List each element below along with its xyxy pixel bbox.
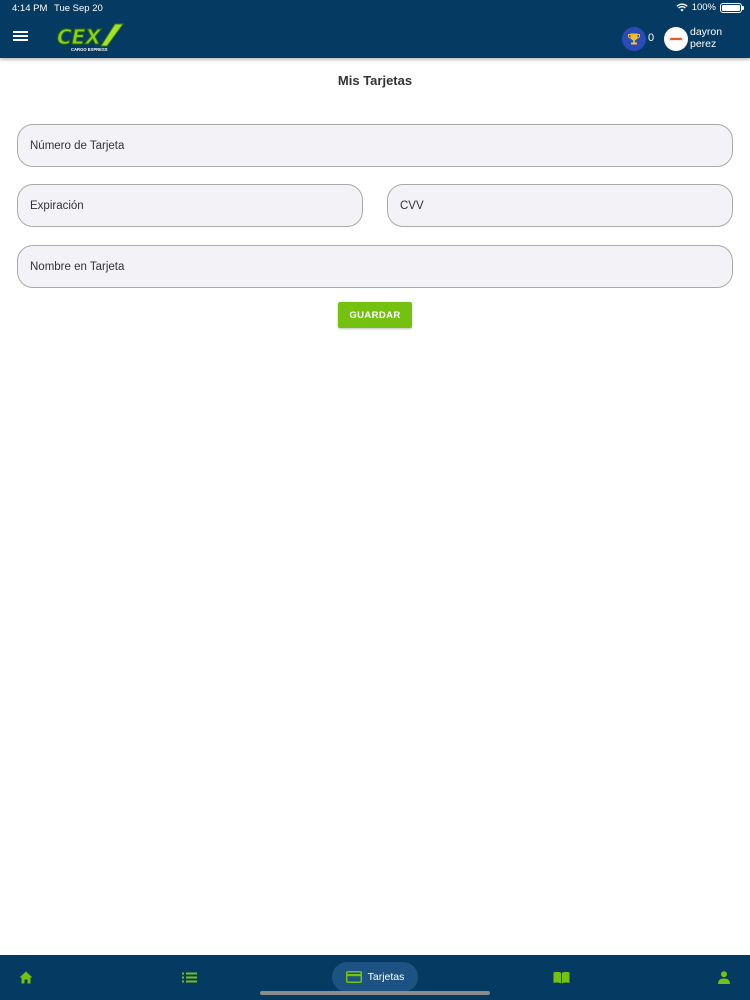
card-number-field[interactable] <box>17 124 733 167</box>
card-name-input[interactable] <box>18 246 732 287</box>
user-first-name: dayron <box>690 26 723 38</box>
app-root: 4:14 PM Tue Sep 20 100% CEX CARGO EXPRES… <box>0 0 750 1000</box>
battery-icon <box>720 2 744 13</box>
cex-logo[interactable]: CEX CARGO EXPRESS <box>55 22 125 54</box>
cvv-input[interactable] <box>388 185 732 226</box>
card-name-field[interactable] <box>17 245 733 288</box>
battery-percent: 100% <box>691 2 716 13</box>
cvv-field[interactable] <box>387 184 733 227</box>
nav-profile[interactable] <box>708 955 740 1000</box>
book-icon <box>553 971 569 984</box>
nav-home[interactable] <box>10 955 42 1000</box>
list-icon <box>181 972 197 983</box>
nav-list[interactable] <box>173 955 205 1000</box>
card-number-input[interactable] <box>18 125 732 166</box>
status-indicators: 100% <box>676 2 744 13</box>
user-last-name: perez <box>690 38 717 50</box>
credit-card-icon <box>345 971 362 983</box>
points-count: 0 <box>648 32 655 44</box>
status-time: 4:14 PM <box>12 3 48 14</box>
wifi-icon <box>676 3 688 12</box>
person-icon <box>718 971 730 984</box>
page-title: Mis Tarjetas <box>337 73 413 88</box>
status-date: Tue Sep 20 <box>54 3 103 14</box>
hamburger-menu-icon[interactable] <box>12 30 30 44</box>
nav-cards-label: Tarjetas <box>367 971 405 983</box>
logo-subtitle: CARGO EXPRESS <box>71 47 108 52</box>
expiration-field[interactable] <box>17 184 363 227</box>
avatar-logo-image <box>668 37 684 41</box>
trophy-glyph <box>627 33 641 45</box>
trophy-icon[interactable] <box>622 27 646 51</box>
save-button[interactable]: GUARDAR <box>338 302 412 328</box>
home-indicator <box>260 991 490 995</box>
nav-cards-active[interactable]: Tarjetas <box>332 962 418 992</box>
nav-guide[interactable] <box>545 955 577 1000</box>
logo-text: CEX <box>57 25 102 49</box>
expiration-input[interactable] <box>18 185 362 226</box>
home-icon <box>19 971 33 984</box>
top-app-bar: 4:14 PM Tue Sep 20 100% CEX CARGO EXPRES… <box>0 0 750 58</box>
avatar[interactable] <box>664 27 688 51</box>
user-name[interactable]: dayron perez <box>690 26 722 50</box>
